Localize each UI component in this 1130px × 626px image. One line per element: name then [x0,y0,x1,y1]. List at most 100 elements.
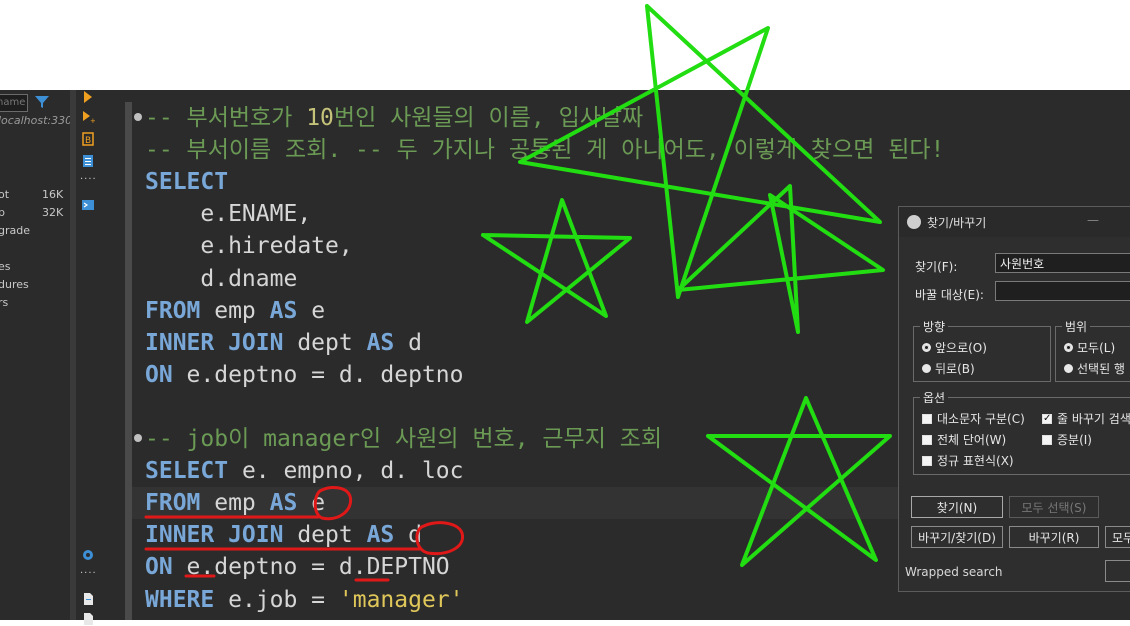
code-line[interactable]: ON e.deptno = d.DEPTNO [145,551,450,583]
scope-selected-lines-radio[interactable]: 선택된 행 [1064,360,1125,377]
code-line[interactable]: -- 부서이름 조회. -- 두 가지나 공통된 게 아니어도, 이렇게 찾으면… [145,134,944,166]
editor-toolbar: + B ···· ···· [76,90,100,625]
wrap-search-checkbox[interactable]: ✓ 줄 바꾸기 검색 [1042,410,1130,427]
code-token: -- 부서번호가 [145,105,307,131]
scope-all-radio[interactable]: 모두(L) [1064,339,1115,356]
code-token: 번인 사원들의 이름, 입사날짜 [333,105,644,131]
execute-script-icon[interactable]: + [81,110,95,124]
editor-gutter [100,90,125,620]
svg-text:B: B [85,136,91,146]
find-label: 찾기(F): [915,260,958,274]
explorer-row[interactable]: dures [0,278,29,291]
code-token: FROM [145,490,201,517]
code-line[interactable]: SELECT [145,166,228,198]
app-icon [907,215,921,229]
find-input[interactable]: 사원번호 [995,253,1130,273]
fold-marker[interactable] [134,113,142,121]
code-token: e [297,490,326,517]
code-token: WHERE [145,586,215,613]
code-token: SELECT [145,169,229,196]
code-line[interactable]: INNER JOIN dept AS d [145,519,422,551]
terminal-icon[interactable] [81,198,95,212]
code-token: e.ENAME, [145,201,312,228]
code-line[interactable]: d.dname [145,263,297,295]
replace-input[interactable] [995,281,1130,301]
explorer-row[interactable]: rs [0,296,8,309]
scope-group: 범위 모두(L) 선택된 행 [1055,318,1130,382]
close-button[interactable] [1105,560,1130,582]
whole-word-checkbox[interactable]: 전체 단어(W) [922,431,1006,448]
code-token: 이 [228,426,264,452]
toolbar-separator: ···· [80,568,97,579]
code-token: e.deptno = d.DEPTNO [172,554,450,581]
replace-label: 바꿀 대상(E): [915,288,984,302]
explorer-row[interactable]: grade [0,224,30,237]
search-status: Wrapped search [905,565,1003,579]
minimize-icon[interactable]: — [1087,213,1099,227]
explorer-row[interactable]: es [0,260,11,273]
scope-label: 범위 [1062,318,1091,335]
code-token: AS [269,297,298,324]
code-token: emp [200,297,270,324]
code-line[interactable]: FROM emp AS e [145,295,325,327]
filter-icon[interactable] [34,94,50,110]
code-line[interactable]: ON e.deptno = d. deptno [145,359,464,391]
dialog-titlebar[interactable]: 찾기/바꾸기 — [899,207,1130,237]
connection-label: localhost:3306 [0,114,70,127]
replace-button[interactable]: 바꾸기(R) [1009,526,1099,548]
find-button[interactable]: 찾기(N) [911,496,1003,518]
explorer-row[interactable]: ot 16K [0,188,63,201]
code-token: d.dname [145,265,298,292]
code-line[interactable]: -- 부서번호가 10번인 사원들의 이름, 입사날짜 [145,102,643,134]
code-line[interactable]: FROM emp AS e [145,487,325,519]
code-token: manager [263,426,361,452]
replace-find-button[interactable]: 바꾸기/찾기(D) [911,526,1003,548]
code-token: ON [145,361,173,388]
code-token: FROM [145,297,201,324]
regex-checkbox[interactable]: 정규 표현식(X) [922,452,1014,469]
code-token: e.job = [214,586,339,613]
replace-all-button[interactable]: 모두 [1105,526,1130,548]
document-icon[interactable] [81,592,95,606]
svg-text:+: + [90,117,95,124]
fold-marker[interactable] [134,434,142,442]
line-ruler [125,102,132,620]
direction-label: 방향 [920,318,949,335]
code-line[interactable]: -- job이 manager인 사원의 번호, 근무지 조회 [145,423,662,455]
code-line[interactable]: e.hiredate, [145,230,353,262]
code-token: e [297,297,326,324]
options-group: 옵션 대소문자 구분(C) ✓ 줄 바꾸기 검색 전체 단어(W) 증분(I) 정… [913,389,1130,475]
code-token: AS [366,329,395,356]
execute-icon[interactable] [81,90,95,104]
document-icon[interactable] [81,612,95,626]
explain-plan-icon[interactable]: B [81,132,95,146]
incremental-checkbox[interactable]: 증분(I) [1042,431,1092,448]
database-explorer: name localhost:3306 ot16K p32K grade es … [0,90,70,620]
code-token: 10 [306,105,334,131]
explorer-row[interactable]: p 32K [0,206,63,219]
code-line[interactable]: e.ENAME, [145,198,311,230]
format-icon[interactable] [81,154,95,168]
code-token: AS [269,490,298,517]
code-token: dept [283,522,367,549]
dialog-title: 찾기/바꾸기 [927,216,987,230]
code-token: -- job [145,426,229,452]
settings-gear-icon[interactable] [81,548,95,562]
direction-forward-radio[interactable]: 앞으로(O) [922,339,987,356]
explorer-search-input[interactable]: name [0,94,28,112]
code-line[interactable]: SELECT e. empno, d. loc [145,455,464,487]
code-token: e. empno, d. loc [228,458,464,485]
code-token: INNER JOIN [145,329,284,356]
code-token: 인 사원의 번호, 근무지 조회 [360,426,663,452]
direction-backward-radio[interactable]: 뒤로(B) [922,360,975,377]
code-token: e.deptno = d. deptno [172,361,464,388]
code-line[interactable]: INNER JOIN dept AS d [145,327,422,359]
select-all-button[interactable]: 모두 선택(S) [1009,496,1099,518]
code-token: 'manager' [338,586,464,613]
toolbar-separator: ···· [80,174,97,185]
code-line[interactable]: WHERE e.job = 'manager' [145,584,464,616]
case-sensitive-checkbox[interactable]: 대소문자 구분(C) [922,410,1025,427]
direction-group: 방향 앞으로(O) 뒤로(B) [913,318,1051,382]
code-token: d [394,329,422,356]
code-token: e.hiredate, [145,233,353,260]
